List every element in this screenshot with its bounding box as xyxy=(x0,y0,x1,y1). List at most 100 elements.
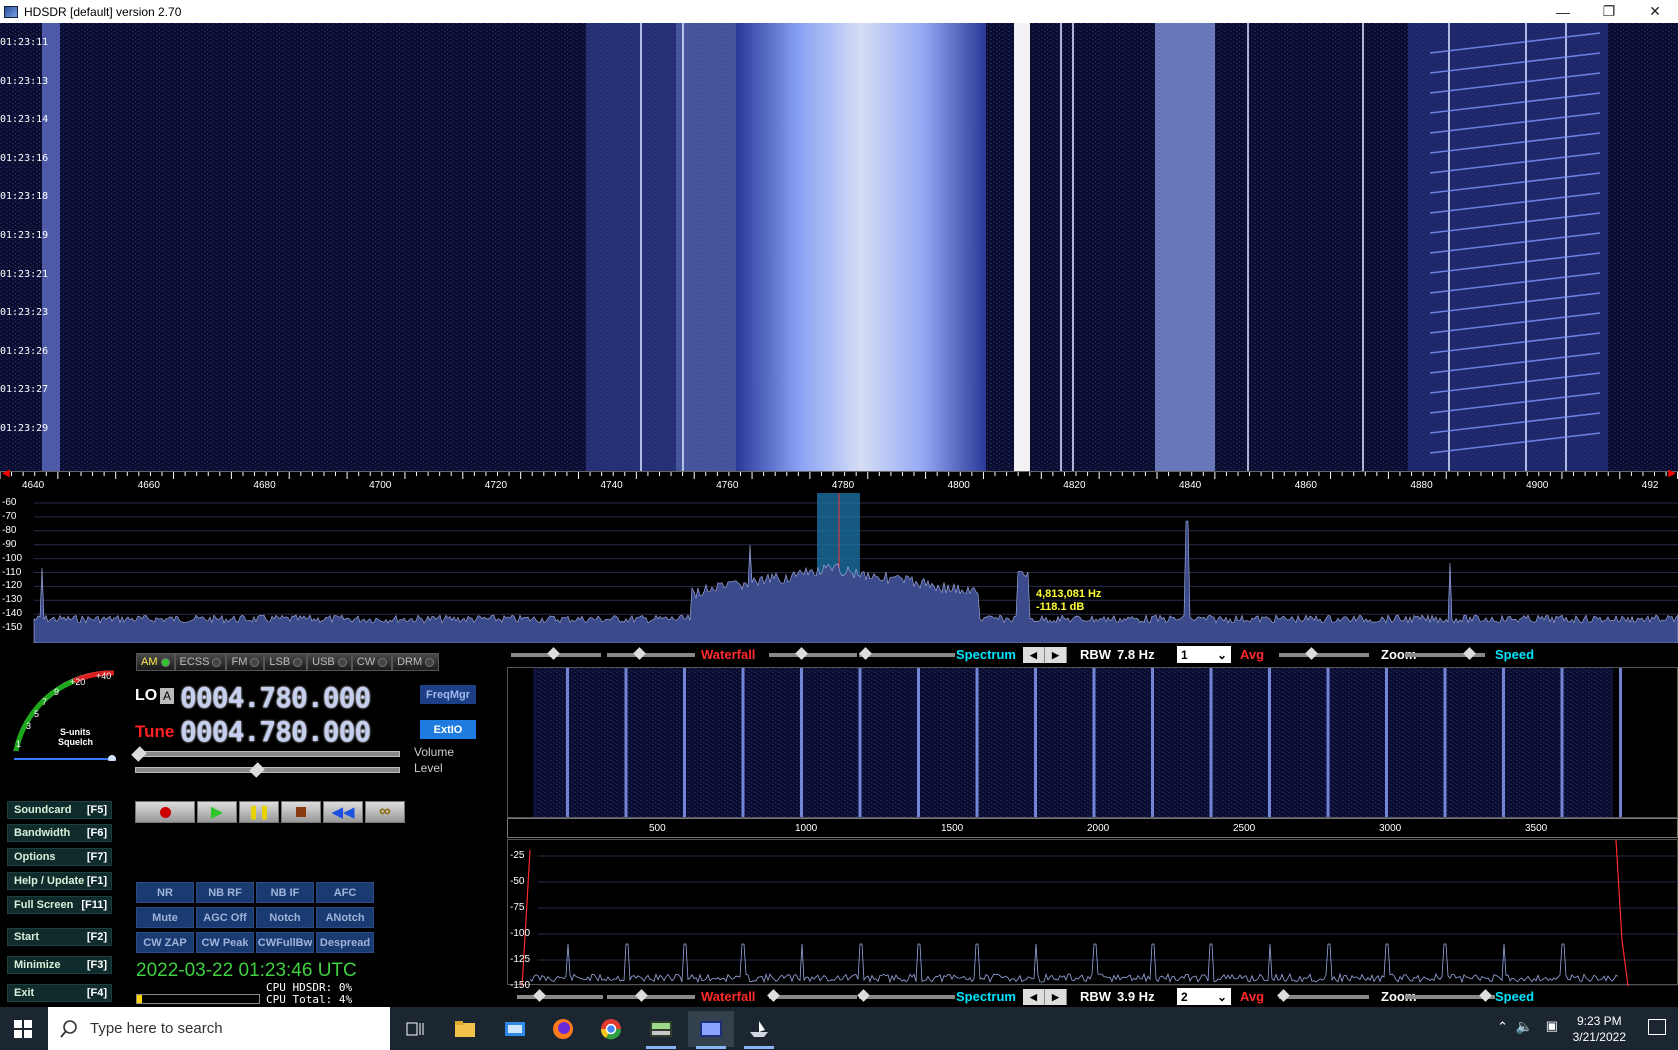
dsp-mute-button[interactable]: Mute xyxy=(136,907,194,928)
play-button[interactable]: ▶ xyxy=(197,801,237,823)
af-frequency-axis[interactable]: 500 1000 1500 2000 2500 3000 3500 xyxy=(507,818,1678,838)
radio-app-icon[interactable] xyxy=(638,1011,684,1049)
pause-button[interactable]: ❚❚ xyxy=(239,801,279,823)
dsp-anotch-button[interactable]: ANotch xyxy=(316,907,374,928)
stop-button[interactable] xyxy=(281,801,321,823)
mode-cw-button[interactable]: CW xyxy=(351,653,393,671)
af-spectrum-slider-1[interactable] xyxy=(767,989,857,1002)
af-rbw-label: RBW xyxy=(1080,989,1112,1004)
mode-am-button[interactable]: AM xyxy=(136,653,175,671)
tray-clock[interactable]: 9:23 PM 3/21/2022 xyxy=(1573,1013,1626,1045)
app-icon-boat[interactable] xyxy=(736,1011,782,1049)
mode-fm-button[interactable]: FM xyxy=(226,653,265,671)
dsp-cw-zap-button[interactable]: CW ZAP xyxy=(136,932,194,953)
start-button[interactable] xyxy=(0,1007,46,1050)
rf-spectrum-slider-1[interactable] xyxy=(769,647,857,660)
volume-icon[interactable]: 🔈 xyxy=(1516,1018,1533,1035)
dsp-nb-rf-button[interactable]: NB RF xyxy=(196,882,254,903)
app-icon-blue[interactable] xyxy=(492,1011,538,1047)
app-icon xyxy=(4,5,18,18)
chrome-icon[interactable] xyxy=(588,1011,634,1047)
fn-button-bandwidth[interactable]: Bandwidth [F6] xyxy=(7,824,112,842)
recorder-controls: ▶ ❚❚ ◀◀ ∞ xyxy=(135,801,405,823)
dsp-cw-peak-button[interactable]: CW Peak xyxy=(196,932,254,953)
close-window-button[interactable]: ✕ xyxy=(1632,0,1678,23)
volume-slider[interactable] xyxy=(131,746,400,762)
dsp-nb-if-button[interactable]: NB IF xyxy=(256,882,314,903)
level-slider-knob[interactable] xyxy=(249,762,265,778)
mode-usb-button[interactable]: USB xyxy=(307,653,352,671)
scroll-right-icon[interactable]: ▶ xyxy=(1668,468,1676,479)
mode-lsb-button[interactable]: LSB xyxy=(264,653,308,671)
tray-chevron-up-icon[interactable]: ⌃ xyxy=(1497,1019,1508,1035)
lo-a-badge[interactable]: A xyxy=(160,688,174,704)
fn-button-options[interactable]: Options [F7] xyxy=(7,848,112,866)
rf-frequency-axis[interactable]: ◀ ▶ 4640 4660 4680 4700 4720 4740 4760 4780 4800… xyxy=(0,468,1678,493)
control-panel: 1 3 5 7 9 +20 +40 S-units Squelch AM ECSS… xyxy=(0,643,505,1007)
taskbar-search[interactable]: Type here to search xyxy=(48,1007,390,1050)
minimize-window-button[interactable]: — xyxy=(1540,0,1586,23)
rf-speed-slider[interactable] xyxy=(1405,647,1485,660)
waterfall-timestamp: 01:23:29 xyxy=(0,423,49,434)
fn-button-exit[interactable]: Exit [F4] xyxy=(7,984,112,1002)
fn-button-minimize[interactable]: Minimize [F3] xyxy=(7,956,112,974)
volume-slider-knob[interactable] xyxy=(131,746,147,762)
af-spectrum-slider-2[interactable] xyxy=(857,989,955,1002)
af-freq-tick-label: 3500 xyxy=(1525,823,1548,834)
record-button[interactable] xyxy=(135,801,195,823)
smeter-scale-5: 5 xyxy=(34,709,39,719)
af-waterfall[interactable] xyxy=(507,667,1678,818)
lo-frequency-display[interactable]: 0004.780.000 xyxy=(180,681,400,714)
af-zoom-slider[interactable] xyxy=(1277,989,1369,1002)
freqmgr-button[interactable]: FreqMgr xyxy=(420,685,476,704)
mode-ecss-button[interactable]: ECSS xyxy=(174,653,227,671)
network-icon[interactable]: ▣ xyxy=(1546,1018,1558,1034)
firefox-icon[interactable] xyxy=(540,1011,586,1047)
file-explorer-icon[interactable] xyxy=(442,1011,488,1047)
rewind-icon: ◀◀ xyxy=(331,804,355,821)
dsp-agc-off-button[interactable]: AGC Off xyxy=(196,907,254,928)
dsp-nr-button[interactable]: NR xyxy=(136,882,194,903)
rf-spectrum-slider-2[interactable] xyxy=(859,647,955,660)
rf-waterfall[interactable]: 01:23:11 01:23:13 01:23:14 01:23:16 01:23:18… xyxy=(0,23,1678,471)
fn-button-soundcard[interactable]: Soundcard [F5] xyxy=(7,801,112,819)
waterfall-timestamp: 01:23:26 xyxy=(0,345,49,357)
af-waterfall-slider-2[interactable] xyxy=(607,989,695,1002)
af-rbw-arrows[interactable]: ◀ ▶ xyxy=(1023,989,1067,1005)
rf-rbw-arrows[interactable]: ◀ ▶ xyxy=(1023,647,1067,663)
rf-spectrum[interactable]: -60 -70 -80 -90 -100 -110 -120 -130 -140 -150 4,8… xyxy=(0,493,1678,644)
extio-button[interactable]: ExtIO xyxy=(420,720,476,739)
pause-icon: ❚❚ xyxy=(248,804,270,819)
level-slider[interactable] xyxy=(135,762,400,778)
rf-avg-dropdown[interactable]: 1 ⌄ xyxy=(1177,646,1231,663)
rf-waterfall-slider-1[interactable] xyxy=(511,647,601,660)
hdsdr-taskbar-icon[interactable] xyxy=(688,1011,734,1049)
fn-button-start[interactable]: Start [F2] xyxy=(7,928,112,946)
mode-drm-button[interactable]: DRM xyxy=(392,653,440,671)
dsp-afc-button[interactable]: AFC xyxy=(316,882,374,903)
rewind-button[interactable]: ◀◀ xyxy=(323,801,363,823)
rf-zoom-slider[interactable] xyxy=(1279,647,1369,660)
smeter-scale-9: 9 xyxy=(54,687,59,697)
af-avg-dropdown[interactable]: 2 ⌄ xyxy=(1177,988,1231,1005)
waterfall-timestamp: 01:23:21 xyxy=(0,268,49,280)
tune-frequency-display[interactable]: 0004.780.000 xyxy=(180,715,400,748)
af-speed-slider[interactable] xyxy=(1405,989,1495,1002)
af-waterfall-slider-1[interactable] xyxy=(517,989,603,1002)
db-tick-label: -80 xyxy=(2,524,17,536)
af-spectrum[interactable]: -25 -50 -75 -100 -125 -150 xyxy=(507,839,1678,991)
dsp-notch-button[interactable]: Notch xyxy=(256,907,314,928)
db-tick-label: -110 xyxy=(2,566,22,578)
restore-window-button[interactable]: ❐ xyxy=(1586,0,1632,23)
waterfall-timestamp: 01:23:14 xyxy=(0,114,49,126)
dsp-despread-button[interactable]: Despread xyxy=(316,932,374,953)
fn-button-help-update[interactable]: Help / Update [F1] xyxy=(7,872,112,890)
dsp-buttons: NR NB RF NB IF AFC Mute AGC Off Notch ANotch CW … xyxy=(136,882,374,953)
task-view-icon[interactable] xyxy=(392,1011,438,1047)
scroll-left-icon[interactable]: ◀ xyxy=(2,468,10,479)
fn-button-full-screen[interactable]: Full Screen [F11] xyxy=(7,896,112,914)
rf-waterfall-slider-2[interactable] xyxy=(607,647,695,660)
notification-icon[interactable] xyxy=(1648,1019,1666,1035)
dsp-cwfullbw-button[interactable]: CWFullBw xyxy=(256,932,314,953)
loop-button[interactable]: ∞ xyxy=(365,801,405,823)
